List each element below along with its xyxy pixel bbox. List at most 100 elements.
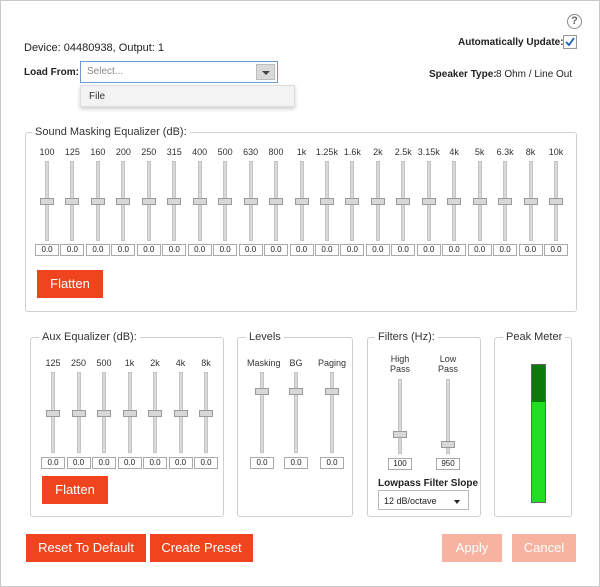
lowpass-slope-select[interactable]: 12 dB/octave	[378, 490, 469, 510]
aux-band-thumb[interactable]	[122, 410, 137, 417]
aux-band-value[interactable]: 0.0	[41, 457, 65, 469]
low-pass-thumb[interactable]	[441, 441, 455, 448]
sm-band-value[interactable]: 0.0	[442, 244, 467, 256]
sm-band-thumb[interactable]	[40, 198, 54, 205]
level-channel-label: Paging	[317, 358, 347, 368]
create-preset-button[interactable]: Create Preset	[150, 534, 253, 562]
sm-band-thumb[interactable]	[549, 198, 563, 205]
sm-band-value[interactable]: 0.0	[187, 244, 212, 256]
chevron-down-icon[interactable]	[256, 64, 275, 80]
load-from-option-file[interactable]: File	[80, 85, 295, 107]
sm-band-value[interactable]: 0.0	[467, 244, 492, 256]
sm-band-thumb[interactable]	[243, 198, 258, 205]
aux-band-thumb[interactable]	[71, 410, 86, 417]
aux-band-thumb[interactable]	[46, 410, 60, 417]
aux-eq-flatten-button[interactable]: Flatten	[42, 476, 108, 504]
sm-band-value[interactable]: 0.0	[85, 244, 110, 256]
sm-band-thumb[interactable]	[472, 198, 487, 205]
aux-band-value[interactable]: 0.0	[92, 457, 116, 469]
aux-band-value[interactable]: 0.0	[194, 457, 218, 469]
auto-update-label: Automatically Update:	[458, 37, 564, 48]
checkmark-icon	[565, 37, 575, 47]
peak-meter-peak	[532, 365, 545, 402]
aux-band-label: 8k	[201, 358, 211, 368]
aux-band-value[interactable]: 0.0	[66, 457, 91, 469]
level-channel-value[interactable]: 0.0	[250, 457, 274, 469]
sm-band-thumb[interactable]	[294, 198, 309, 205]
sm-band-thumb[interactable]	[269, 198, 284, 205]
level-channel-thumb[interactable]	[325, 388, 339, 395]
sm-band-thumb[interactable]	[116, 198, 131, 205]
apply-button[interactable]: Apply	[442, 534, 502, 562]
level-channel-track[interactable]	[260, 372, 264, 453]
high-pass-thumb[interactable]	[393, 431, 407, 438]
low-pass-value[interactable]: 950	[436, 458, 460, 470]
aux-band-thumb[interactable]	[173, 410, 188, 417]
sm-band-value[interactable]: 0.0	[314, 244, 339, 256]
aux-band-thumb[interactable]	[199, 410, 213, 417]
sm-band-thumb[interactable]	[319, 198, 334, 205]
sm-band-thumb[interactable]	[523, 198, 538, 205]
level-channel-track[interactable]	[330, 372, 334, 453]
sm-band-value[interactable]: 0.0	[391, 244, 416, 256]
level-channel-label: BG	[289, 358, 303, 368]
sm-band-value[interactable]: 0.0	[518, 244, 543, 256]
sm-band-value[interactable]: 0.0	[544, 244, 568, 256]
level-channel-thumb[interactable]	[255, 388, 269, 395]
sm-band-thumb[interactable]	[447, 198, 462, 205]
sm-band-value[interactable]: 0.0	[213, 244, 238, 256]
level-channel-track[interactable]	[294, 372, 298, 453]
filters-title: Filters (Hz):	[375, 331, 438, 343]
sm-band-value[interactable]: 0.0	[111, 244, 136, 256]
reset-to-default-button[interactable]: Reset To Default	[26, 534, 146, 562]
aux-band-value[interactable]: 0.0	[143, 457, 167, 469]
aux-band-thumb[interactable]	[97, 410, 111, 417]
sm-band-value[interactable]: 0.0	[289, 244, 314, 256]
sm-band-value[interactable]: 0.0	[136, 244, 161, 256]
aux-band-value[interactable]: 0.0	[117, 457, 142, 469]
sm-band-thumb[interactable]	[192, 198, 207, 205]
sm-band-value[interactable]: 0.0	[493, 244, 518, 256]
cancel-button[interactable]: Cancel	[512, 534, 576, 562]
sm-band-thumb[interactable]	[370, 198, 385, 205]
sm-band-thumb[interactable]	[141, 198, 156, 205]
device-info: Device: 04480938, Output: 1	[24, 42, 165, 54]
high-pass-value[interactable]: 100	[388, 458, 412, 470]
sm-band-value[interactable]: 0.0	[60, 244, 85, 256]
level-channel-value[interactable]: 0.0	[284, 457, 308, 469]
sm-band-value[interactable]: 0.0	[162, 244, 187, 256]
sm-band-thumb[interactable]	[396, 198, 411, 205]
sm-band-value[interactable]: 0.0	[238, 244, 263, 256]
peak-meter-bar	[531, 364, 546, 503]
sm-band-thumb[interactable]	[167, 198, 182, 205]
sm-band-label: 10k	[548, 147, 564, 157]
sound-masking-flatten-button[interactable]: Flatten	[37, 270, 103, 298]
sm-band-value[interactable]: 0.0	[340, 244, 365, 256]
load-from-label: Load From:	[24, 67, 79, 78]
aux-band-value[interactable]: 0.0	[168, 457, 193, 469]
sm-band-thumb[interactable]	[498, 198, 513, 205]
sm-band-thumb[interactable]	[90, 198, 105, 205]
high-pass-label-2: Pass	[389, 364, 410, 374]
sound-masking-title: Sound Masking Equalizer (dB):	[32, 126, 190, 138]
load-from-option-label: File	[89, 91, 106, 102]
sm-band-thumb[interactable]	[65, 198, 80, 205]
sm-band-value[interactable]: 0.0	[35, 244, 59, 256]
levels-title: Levels	[246, 331, 284, 343]
sm-band-thumb[interactable]	[345, 198, 360, 205]
sm-band-value[interactable]: 0.0	[365, 244, 390, 256]
auto-update-checkbox[interactable]	[563, 35, 577, 49]
level-channel-value[interactable]: 0.0	[320, 457, 344, 469]
aux-band-thumb[interactable]	[148, 410, 162, 417]
sm-band-thumb[interactable]	[421, 198, 436, 205]
peak-meter-level	[532, 402, 545, 502]
sm-band-value[interactable]: 0.0	[416, 244, 441, 256]
level-channel-thumb[interactable]	[289, 388, 303, 395]
sm-band-value[interactable]: 0.0	[264, 244, 289, 256]
high-pass-track[interactable]	[398, 379, 402, 454]
load-from-select[interactable]: Select...	[80, 61, 278, 83]
load-from-placeholder: Select...	[87, 66, 124, 77]
sm-band-thumb[interactable]	[218, 198, 233, 205]
help-icon[interactable]: ?	[567, 14, 582, 29]
peak-meter-title: Peak Meter	[503, 331, 566, 343]
